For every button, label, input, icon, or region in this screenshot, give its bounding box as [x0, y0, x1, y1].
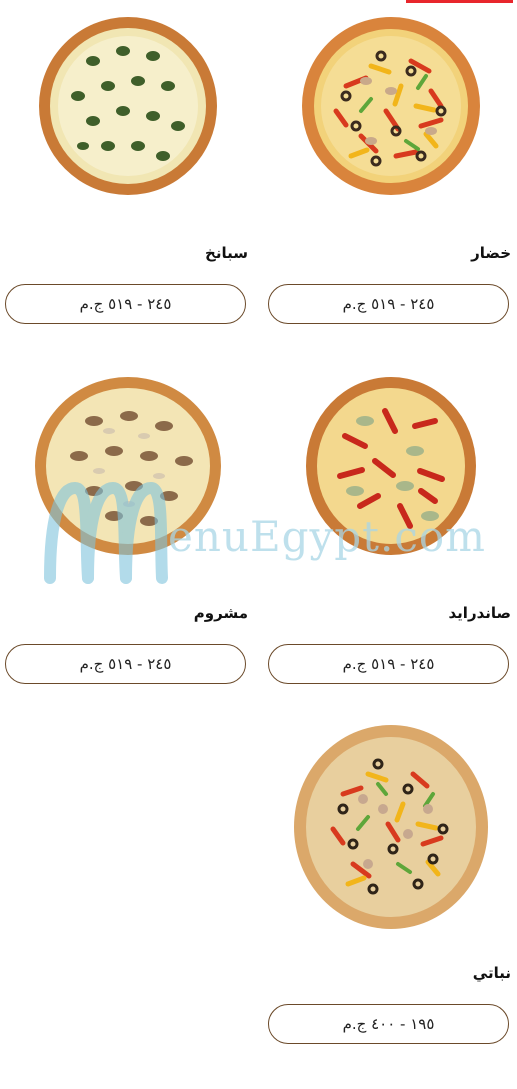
menu-item-mushroom[interactable]: مشروم ٢٤٥ - ٥١٩ ج.م — [5, 360, 250, 690]
price-button[interactable]: ٢٤٥ - ٥١٩ ج.م — [268, 284, 509, 324]
pizza-vegan-image — [293, 725, 488, 929]
pizza-vegetables-image — [301, 17, 480, 195]
price-button[interactable]: ٢٤٥ - ٥١٩ ج.م — [5, 284, 246, 324]
pizza-sundried-image — [305, 377, 476, 555]
item-name: نباتي — [472, 964, 511, 982]
pizza-mushroom-image — [34, 377, 221, 555]
price-button[interactable]: ١٩٥ - ٤٠٠ ج.م — [268, 1004, 509, 1044]
item-name: صاندرايد — [448, 604, 512, 622]
menu-item-sundried[interactable]: صاندرايد ٢٤٥ - ٥١٩ ج.م — [268, 360, 513, 690]
menu-item-vegan[interactable]: نباتي ١٩٥ - ٤٠٠ ج.م — [268, 720, 513, 1050]
item-name: مشروم — [193, 604, 248, 622]
menu-item-vegetables[interactable]: خضار ٢٤٥ - ٥١٩ ج.م — [268, 0, 513, 330]
item-name: سبانخ — [205, 244, 248, 262]
menu-item-spinach[interactable]: سبانخ ٢٤٥ - ٥١٩ ج.م — [5, 0, 250, 330]
pizza-spinach-image — [38, 17, 217, 195]
price-button[interactable]: ٢٤٥ - ٥١٩ ج.م — [268, 644, 509, 684]
item-name: خضار — [471, 244, 511, 262]
price-button[interactable]: ٢٤٥ - ٥١٩ ج.م — [5, 644, 246, 684]
